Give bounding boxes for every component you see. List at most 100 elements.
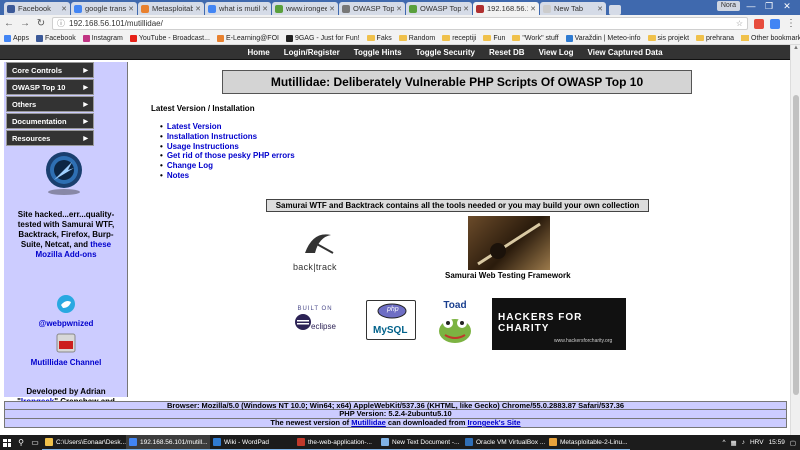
gmail-extension-icon[interactable] <box>754 18 764 29</box>
page-scrollbar[interactable]: ▲ <box>790 45 800 435</box>
browser-tab[interactable]: 192.168.56.101✕ <box>473 2 539 15</box>
reload-icon[interactable]: ↻ <box>36 18 46 29</box>
taskbar-item[interactable]: New Text Document -... <box>378 435 462 450</box>
forward-icon[interactable]: → <box>20 18 30 29</box>
backtrack-logo[interactable] <box>293 225 343 265</box>
toad-frog-icon <box>439 318 471 343</box>
taskbar-item[interactable]: the-web-application-... <box>294 435 378 450</box>
url-field[interactable]: ⓘ 192.168.56.101/mutillidae/ ☆ <box>52 17 748 30</box>
tab-close-icon[interactable]: ✕ <box>128 5 134 13</box>
topnav-item[interactable]: View Log <box>539 48 574 57</box>
topnav-item[interactable]: Toggle Security <box>416 48 475 57</box>
topnav-item[interactable]: Login/Register <box>284 48 340 57</box>
browser-tab[interactable]: www.irongeek.c✕ <box>272 2 338 15</box>
bookmark-item[interactable]: prehrana <box>696 35 734 42</box>
toad-logo[interactable]: Toad <box>435 300 475 346</box>
bookmark-item[interactable]: Apps <box>4 34 29 42</box>
tab-close-icon[interactable]: ✕ <box>396 5 402 13</box>
scrollbar-thumb[interactable] <box>793 95 799 395</box>
other-bookmarks[interactable]: Other bookmarks <box>741 35 800 42</box>
tray-chevron-icon[interactable]: ^ <box>722 439 725 446</box>
tab-close-icon[interactable]: ✕ <box>61 5 67 13</box>
install-link[interactable]: Usage Instructions <box>160 142 295 152</box>
search-icon[interactable]: ⚲ <box>14 438 28 447</box>
bookmark-item[interactable]: receptiji <box>442 35 476 42</box>
bookmark-item[interactable]: Facebook <box>35 34 76 42</box>
caret-right-icon: ▶ <box>83 118 88 125</box>
php-mysql-logo[interactable]: php MySQL <box>366 300 416 340</box>
topnav-item[interactable]: Reset DB <box>489 48 525 57</box>
browser-tab[interactable]: OWASP Top 10✕ <box>339 2 405 15</box>
start-button[interactable] <box>0 435 14 450</box>
mutillidae-link[interactable]: Mutillidae <box>351 418 386 427</box>
bookmark-item[interactable]: sis projekt <box>647 35 689 42</box>
tab-close-icon[interactable]: ✕ <box>329 5 335 13</box>
youtube-icon[interactable] <box>56 332 76 354</box>
taskbar-item[interactable]: 192.168.56.101/mutill... <box>126 435 210 450</box>
sidebar-menu-item[interactable]: Documentation ▶ <box>6 113 94 129</box>
top-navigation: Home Login/Register Toggle Hints Toggle Sec… <box>0 45 790 60</box>
browser-tab[interactable]: Metasploitable✕ <box>138 2 204 15</box>
tab-close-icon[interactable]: ✕ <box>463 5 469 13</box>
info-icon[interactable]: ⓘ <box>57 18 65 29</box>
topnav-item[interactable]: Toggle Hints <box>354 48 402 57</box>
restore-button[interactable]: ❐ <box>762 0 776 12</box>
minimize-button[interactable]: — <box>744 0 758 12</box>
install-link[interactable]: Change Log <box>160 161 295 171</box>
install-link[interactable]: Notes <box>160 171 295 181</box>
tab-close-icon[interactable]: ✕ <box>597 5 603 13</box>
bookmark-item[interactable]: 9GAG - Just for Fun! <box>285 34 360 42</box>
bookmark-item[interactable]: Varaždin | Meteo-info <box>565 34 641 42</box>
volume-icon[interactable]: ♪ <box>742 439 745 446</box>
task-view-icon[interactable]: ▭ <box>28 438 42 447</box>
scroll-up-icon[interactable]: ▲ <box>791 45 800 53</box>
mutillidae-channel-link[interactable]: Mutillidae Channel <box>10 358 122 368</box>
topnav-item[interactable]: Home <box>247 48 269 57</box>
install-link[interactable]: Installation Instructions <box>160 132 295 142</box>
tab-close-icon[interactable]: ✕ <box>262 5 268 13</box>
taskbar-item[interactable]: Oracle VM VirtualBox ... <box>462 435 546 450</box>
bookmark-item[interactable]: YouTube - Broadcast... <box>129 34 210 42</box>
eclipse-logo[interactable]: BUILT ON eclipse <box>293 306 337 340</box>
hackers-for-charity-banner[interactable]: HACKERS FOR CHARITY www.hackersforcharit… <box>492 298 626 350</box>
bookmark-item[interactable]: Faks <box>366 35 392 42</box>
twitter-bird-icon[interactable] <box>56 294 76 314</box>
install-link[interactable]: Get rid of those pesky PHP errors <box>160 151 295 161</box>
sidebar-menu-item[interactable]: Others ▶ <box>6 96 94 112</box>
profile-chip[interactable]: Nora <box>716 1 740 11</box>
browser-tab[interactable]: google translat✕ <box>71 2 137 15</box>
notifications-icon[interactable]: ▢ <box>790 439 796 447</box>
tab-close-icon[interactable]: ✕ <box>195 5 201 13</box>
sidebar-menu-item[interactable]: OWASP Top 10 ▶ <box>6 79 94 95</box>
tab-close-icon[interactable]: ✕ <box>530 5 536 13</box>
install-link[interactable]: Latest Version <box>160 122 295 132</box>
taskbar-item[interactable]: C:\Users\Eonaar\Desk... <box>42 435 126 450</box>
browser-tab[interactable]: OWASP Top 10✕ <box>406 2 472 15</box>
bookmark-item[interactable]: Instagram <box>82 34 123 42</box>
translate-extension-icon[interactable] <box>770 18 780 29</box>
browser-tab[interactable]: New Tab ✕ <box>540 2 606 15</box>
taskbar-item[interactable]: Metasploitable-2-Linu... <box>546 435 630 450</box>
new-tab-button[interactable] <box>609 5 621 15</box>
language-indicator[interactable]: HRV <box>750 439 764 446</box>
taskbar-item[interactable]: Wiki - WordPad <box>210 435 294 450</box>
bookmark-item[interactable]: "Work" stuff <box>512 35 559 42</box>
samurai-image[interactable] <box>468 216 550 270</box>
browser-tab[interactable]: what is mutilli ✕ <box>205 2 271 15</box>
close-button[interactable]: ✕ <box>780 0 794 12</box>
bookmark-star-icon[interactable]: ☆ <box>736 19 743 28</box>
twitter-handle[interactable]: @webpwnized <box>10 319 122 329</box>
sidebar-menu-item[interactable]: Resources ▶ <box>6 130 94 146</box>
bookmark-item[interactable]: Fun <box>483 35 505 42</box>
clock[interactable]: 15:59 <box>769 439 785 446</box>
bookmark-item[interactable]: E-Learning@FOI <box>216 34 279 42</box>
sidebar-menu-item[interactable]: Core Controls ▶ <box>6 62 94 78</box>
irongeek-site-link[interactable]: Irongeek's Site <box>468 418 521 427</box>
folder-icon <box>512 35 521 41</box>
network-icon[interactable]: ▦ <box>731 439 737 447</box>
browser-tab[interactable]: Facebook ✕ <box>4 2 70 15</box>
menu-icon[interactable]: ⋮ <box>786 18 796 29</box>
back-icon[interactable]: ← <box>4 18 14 29</box>
bookmark-item[interactable]: Random <box>398 35 435 42</box>
topnav-item[interactable]: View Captured Data <box>588 48 663 57</box>
